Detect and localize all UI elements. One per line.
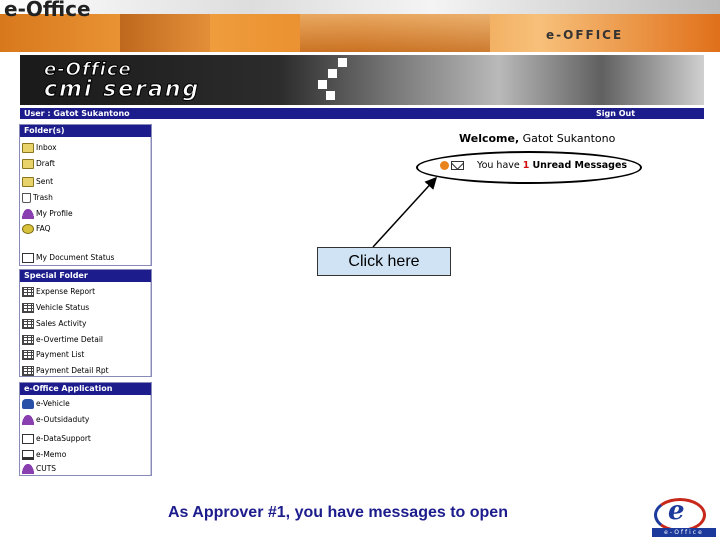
click-here-callout: Click here [317, 247, 451, 276]
sidebar-item-label: My Profile [36, 209, 73, 218]
arrow-line [372, 176, 438, 248]
message-prefix: You have [477, 160, 520, 171]
sidebar-item-label: e-Memo [36, 450, 67, 459]
message-suffix: Unread Messages [532, 160, 628, 171]
sidebar-item-draft[interactable]: Draft [22, 157, 150, 171]
sidebar-item-label: Expense Report [36, 287, 96, 296]
envelope-icon [451, 161, 464, 170]
data-support-icon [22, 434, 34, 444]
sidebar-item-label: e-DataSupport [36, 434, 91, 443]
profile-icon [22, 209, 34, 219]
sidebar-item-sales-activity[interactable]: Sales Activity [22, 317, 150, 331]
sidebar-item-label: My Document Status [36, 253, 115, 262]
faq-icon [22, 224, 34, 234]
sidebar-item-payment-detail[interactable]: Payment Detail Rpt [22, 364, 150, 378]
banner-square [338, 58, 347, 67]
sign-out-link[interactable]: Sign Out [596, 108, 635, 119]
banner-photo-left [120, 14, 210, 52]
report-grid-icon [22, 335, 34, 345]
sidebar-item-document-status[interactable]: My Document Status [22, 251, 150, 265]
welcome-name: Gatot Sukantono [522, 132, 616, 145]
draft-folder-icon [22, 159, 34, 169]
report-grid-icon [22, 303, 34, 313]
sidebar-item-e-vehicle[interactable]: e-Vehicle [22, 397, 150, 411]
logo-letter: e [668, 496, 685, 526]
sidebar-item-my-profile[interactable]: My Profile [22, 207, 150, 221]
app-title-line2: cmi serang [43, 77, 201, 103]
sidebar-item-e-outsideduty[interactable]: e-Outsidaduty [22, 413, 150, 427]
sidebar-item-e-memo[interactable]: e-Memo [22, 448, 150, 462]
outside-duty-icon [22, 415, 34, 425]
application-panel: e-Office Application e-Vehicle e-Outsida… [19, 382, 152, 476]
inbox-folder-icon [22, 143, 34, 153]
top-banner: e-Office e-OFFICE [0, 0, 720, 52]
sidebar-item-label: Sent [36, 177, 54, 186]
sent-folder-icon [22, 177, 34, 187]
sidebar-item-payment-list[interactable]: Payment List [22, 348, 150, 362]
sidebar-item-label: e-Vehicle [36, 399, 70, 408]
sidebar-item-trash[interactable]: Trash [22, 191, 150, 205]
sidebar-item-inbox[interactable]: Inbox [22, 141, 150, 155]
report-grid-icon [22, 366, 34, 376]
folders-panel-title: Folder(s) [20, 125, 151, 137]
sidebar-item-expense-report[interactable]: Expense Report [22, 285, 150, 299]
top-right-label: e-OFFICE [546, 28, 624, 42]
sidebar-item-label: Payment List [36, 350, 85, 359]
special-folder-panel-title: Special Folder [20, 270, 151, 282]
sidebar-item-faq[interactable]: FAQ [22, 222, 150, 236]
memo-icon [22, 450, 34, 460]
slide-caption: As Approver #1, you have messages to ope… [168, 504, 508, 521]
report-grid-icon [22, 350, 34, 360]
banner-square [326, 91, 335, 100]
current-user: User : Gatot Sukantono [24, 109, 130, 118]
folders-panel: Folder(s) Inbox Draft Sent Trash My Prof… [19, 124, 152, 266]
banner-photo-center [300, 14, 490, 52]
sidebar-item-label: e-Overtime Detail [36, 335, 103, 344]
sidebar-item-label: CUTS [36, 464, 57, 473]
welcome-message: Welcome, Gatot Sukantono [459, 132, 615, 145]
panel-divider [150, 395, 151, 475]
panel-divider [150, 137, 151, 265]
sidebar-item-label: Draft [36, 159, 55, 168]
application-panel-title: e-Office Application [20, 383, 151, 395]
sidebar-item-label: FAQ [36, 224, 51, 233]
panel-divider [150, 282, 151, 376]
vehicle-icon [22, 399, 34, 409]
document-status-icon [22, 253, 34, 263]
sidebar-item-label: Inbox [36, 143, 57, 152]
sidebar-item-label: Sales Activity [36, 319, 87, 328]
report-grid-icon [22, 319, 34, 329]
top-strip [0, 0, 720, 14]
unread-count: 1 [522, 160, 530, 171]
sidebar-item-label: Trash [33, 193, 53, 202]
sidebar-item-cuts[interactable]: CUTS [22, 462, 150, 476]
new-burst-icon [440, 161, 449, 170]
e-office-logo: e e-Office [648, 496, 718, 538]
trash-icon [22, 193, 31, 203]
sidebar-item-label: Vehicle Status [36, 303, 90, 312]
report-grid-icon [22, 287, 34, 297]
top-logo: e-Office [4, 0, 91, 21]
unread-messages-link[interactable]: You have 1 Unread Messages [440, 160, 627, 171]
user-bar: User : Gatot Sukantono Sign Out [20, 108, 704, 119]
welcome-prefix: Welcome, [459, 132, 520, 145]
app-banner: e-Office cmi serang [20, 55, 704, 105]
special-folder-panel: Special Folder Expense Report Vehicle St… [19, 269, 152, 377]
logo-footer: e-Office [652, 528, 716, 537]
cuts-icon [22, 464, 34, 474]
sidebar-item-e-datasupport[interactable]: e-DataSupport [22, 432, 150, 446]
sidebar-item-vehicle-status[interactable]: Vehicle Status [22, 301, 150, 315]
sidebar-item-label: e-Outsidaduty [36, 415, 90, 424]
sidebar-item-label: Payment Detail Rpt [36, 366, 109, 375]
sidebar-item-sent[interactable]: Sent [22, 175, 150, 189]
banner-square [328, 69, 337, 78]
sidebar-item-overtime-detail[interactable]: e-Overtime Detail [22, 333, 150, 347]
banner-square [318, 80, 327, 89]
